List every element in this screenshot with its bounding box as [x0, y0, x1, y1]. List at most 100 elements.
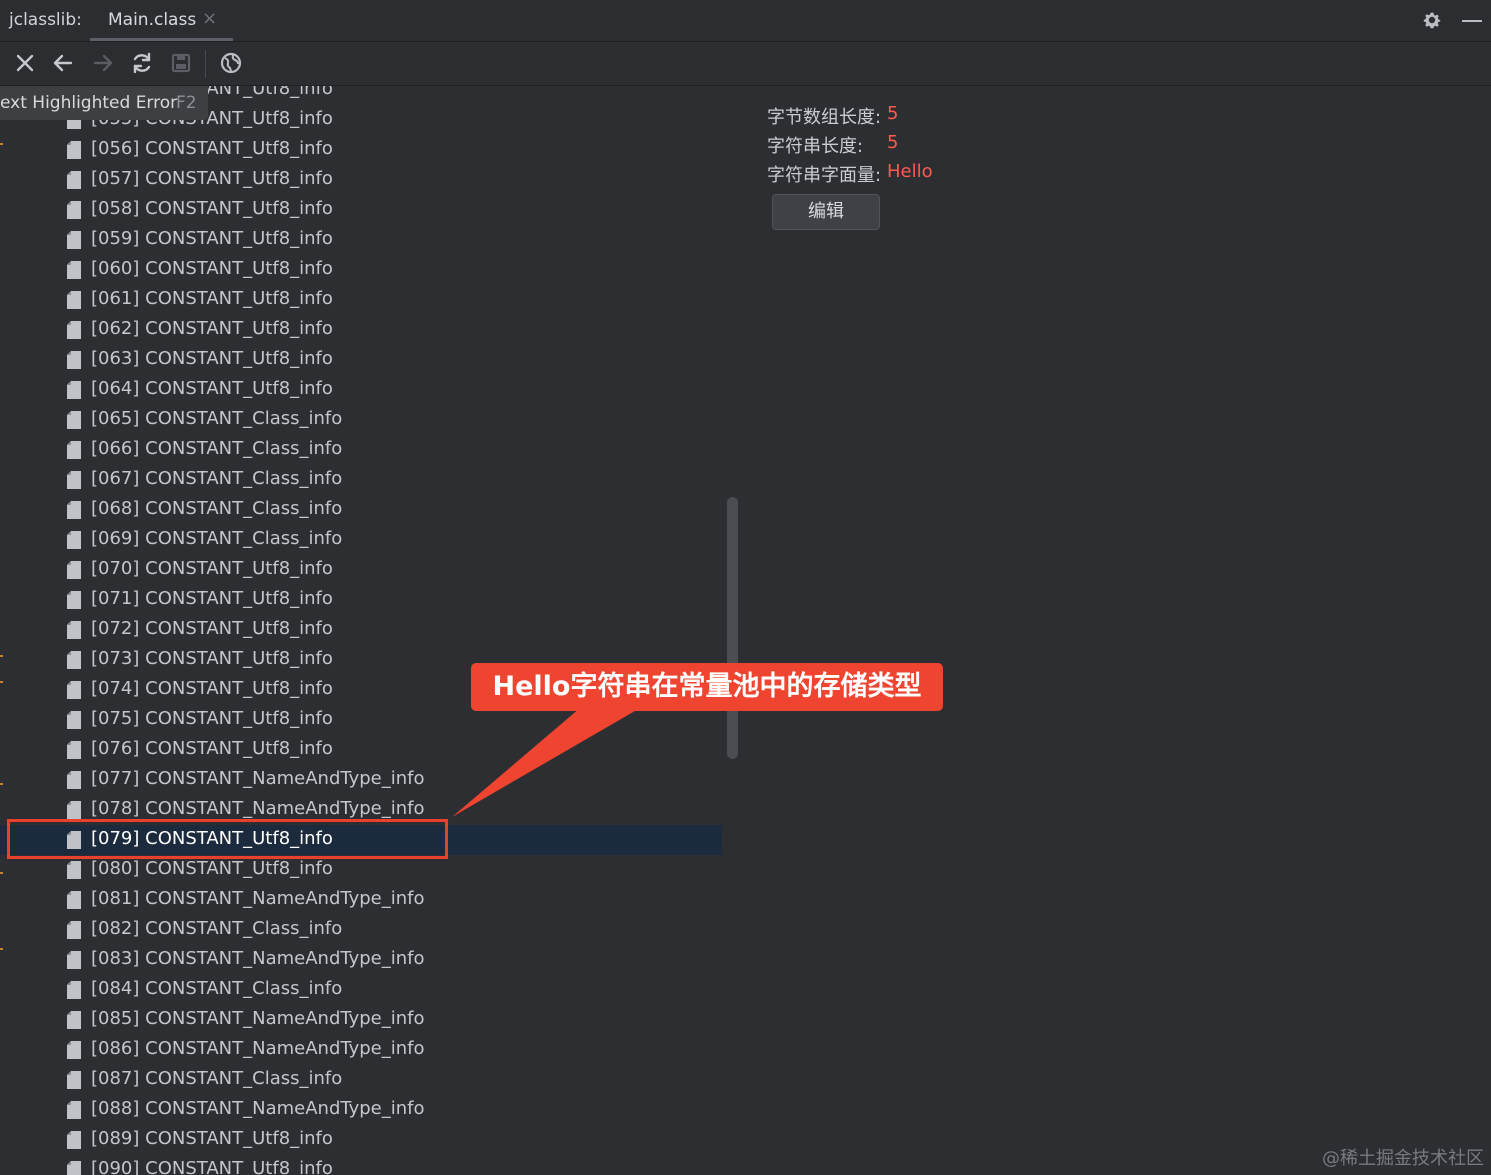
tree-item-label: [083] CONSTANT_NameAndType_info: [91, 948, 425, 969]
file-icon: [67, 351, 81, 369]
tree-item[interactable]: [071] CONSTANT_Utf8_info: [0, 585, 722, 615]
tab-active-indicator: [90, 38, 233, 41]
literal-row: 字符串字面量: Hello: [767, 161, 933, 187]
minimize-icon[interactable]: [1462, 20, 1482, 22]
tree-item[interactable]: [087] CONSTANT_Class_info: [0, 1065, 722, 1095]
string-length-row: 字符串长度: 5: [767, 132, 898, 158]
tree-item[interactable]: [081] CONSTANT_NameAndType_info: [0, 885, 722, 915]
globe-icon[interactable]: [218, 50, 244, 76]
file-icon: [67, 291, 81, 309]
tree-item[interactable]: [058] CONSTANT_Utf8_info: [0, 195, 722, 225]
tree-item[interactable]: [062] CONSTANT_Utf8_info: [0, 315, 722, 345]
tree-item-label: [062] CONSTANT_Utf8_info: [91, 318, 333, 339]
tree-item[interactable]: [065] CONSTANT_Class_info: [0, 405, 722, 435]
tree-item[interactable]: [063] CONSTANT_Utf8_info: [0, 345, 722, 375]
tree-item[interactable]: [056] CONSTANT_Utf8_info: [0, 135, 722, 165]
tree-item[interactable]: [076] CONSTANT_Utf8_info: [0, 735, 722, 765]
tree-item-label: [078] CONSTANT_NameAndType_info: [91, 798, 425, 819]
tree-item[interactable]: [066] CONSTANT_Class_info: [0, 435, 722, 465]
tree-item[interactable]: [072] CONSTANT_Utf8_info: [0, 615, 722, 645]
tooltip: ext Highlighted Error F2: [0, 86, 208, 120]
file-icon: [67, 651, 81, 669]
file-icon: [67, 621, 81, 639]
tree-item[interactable]: [089] CONSTANT_Utf8_info: [0, 1125, 722, 1155]
file-icon: [67, 711, 81, 729]
file-icon: [67, 141, 81, 159]
save-icon[interactable]: [168, 50, 194, 76]
tree-item-label: [084] CONSTANT_Class_info: [91, 978, 343, 999]
tree-item-label: [088] CONSTANT_NameAndType_info: [91, 1098, 425, 1119]
file-icon: [67, 981, 81, 999]
tree-item[interactable]: [061] CONSTANT_Utf8_info: [0, 285, 722, 315]
tree-item[interactable]: [068] CONSTANT_Class_info: [0, 495, 722, 525]
tree-item[interactable]: [085] CONSTANT_NameAndType_info: [0, 1005, 722, 1035]
file-icon: [67, 591, 81, 609]
tree-item[interactable]: [086] CONSTANT_NameAndType_info: [0, 1035, 722, 1065]
file-icon: [67, 1131, 81, 1149]
tooltip-shortcut: F2: [176, 93, 197, 113]
literal-value: Hello: [887, 161, 933, 182]
tree-item-label: [087] CONSTANT_Class_info: [91, 1068, 343, 1089]
byte-length-value: 5: [887, 103, 899, 124]
tab-main-class[interactable]: Main.class ×: [90, 0, 233, 41]
file-icon: [67, 321, 81, 339]
tree-item[interactable]: [082] CONSTANT_Class_info: [0, 915, 722, 945]
back-arrow-icon[interactable]: [50, 50, 76, 76]
tree-item-label: [077] CONSTANT_NameAndType_info: [91, 768, 425, 789]
tree-item[interactable]: [077] CONSTANT_NameAndType_info: [0, 765, 722, 795]
tree-item-label: [065] CONSTANT_Class_info: [91, 408, 343, 429]
toolbar-separator: [205, 50, 206, 78]
tree-item-label: [063] CONSTANT_Utf8_info: [91, 348, 333, 369]
string-length-label: 字符串长度:: [767, 136, 864, 157]
tree-item-label: [074] CONSTANT_Utf8_info: [91, 678, 333, 699]
file-icon: [67, 1041, 81, 1059]
tree-item-label: [060] CONSTANT_Utf8_info: [91, 258, 333, 279]
file-icon: [67, 801, 81, 819]
tree-item[interactable]: [069] CONSTANT_Class_info: [0, 525, 722, 555]
constant-pool-tree[interactable]: [054] CONSTANT_Utf8_info [055] CONSTANT_U…: [0, 86, 740, 1175]
tree-item[interactable]: [064] CONSTANT_Utf8_info: [0, 375, 722, 405]
tree-item-label: [067] CONSTANT_Class_info: [91, 468, 343, 489]
gear-icon[interactable]: [1421, 9, 1443, 31]
file-icon: [67, 1161, 81, 1175]
tree-item[interactable]: [060] CONSTANT_Utf8_info: [0, 255, 722, 285]
tree-item-label: [069] CONSTANT_Class_info: [91, 528, 343, 549]
tree-item-label: [072] CONSTANT_Utf8_info: [91, 618, 333, 639]
details-panel: 字节数组长度: 5 字符串长度: 5 字符串字面量: Hello 编辑: [741, 86, 1491, 1175]
tree-item-label: [081] CONSTANT_NameAndType_info: [91, 888, 425, 909]
tab-close-icon[interactable]: ×: [202, 8, 217, 29]
tree-item-label: [085] CONSTANT_NameAndType_info: [91, 1008, 425, 1029]
toolbar: [0, 42, 1491, 86]
tree-item[interactable]: [070] CONSTANT_Utf8_info: [0, 555, 722, 585]
tree-item-label: [058] CONSTANT_Utf8_info: [91, 198, 333, 219]
tree-item-label: [056] CONSTANT_Utf8_info: [91, 138, 333, 159]
tooltip-text: ext Highlighted Error: [0, 93, 178, 113]
refresh-icon[interactable]: [129, 50, 155, 76]
forward-arrow-icon[interactable]: [90, 50, 116, 76]
file-icon: [67, 381, 81, 399]
tree-item[interactable]: [084] CONSTANT_Class_info: [0, 975, 722, 1005]
file-icon: [67, 561, 81, 579]
tree-item[interactable]: [090] CONSTANT_Utf8_info: [0, 1155, 722, 1175]
file-icon: [67, 411, 81, 429]
close-icon[interactable]: [12, 50, 38, 76]
file-icon: [67, 771, 81, 789]
tree-item[interactable]: [080] CONSTANT_Utf8_info: [0, 855, 722, 885]
file-icon: [67, 1101, 81, 1119]
file-icon: [67, 261, 81, 279]
edit-button[interactable]: 编辑: [772, 194, 880, 230]
literal-label: 字符串字面量:: [767, 165, 882, 186]
tree-item[interactable]: [067] CONSTANT_Class_info: [0, 465, 722, 495]
file-icon: [67, 471, 81, 489]
file-icon: [67, 741, 81, 759]
tree-scrollbar[interactable]: [727, 497, 738, 759]
tree-item-label: [073] CONSTANT_Utf8_info: [91, 648, 333, 669]
tree-item[interactable]: [059] CONSTANT_Utf8_info: [0, 225, 722, 255]
tree-item-label: [070] CONSTANT_Utf8_info: [91, 558, 333, 579]
annotation-callout: Hello字符串在常量池中的存储类型: [471, 663, 943, 711]
tree-item[interactable]: [088] CONSTANT_NameAndType_info: [0, 1095, 722, 1125]
tree-item[interactable]: [057] CONSTANT_Utf8_info: [0, 165, 722, 195]
tree-item[interactable]: [083] CONSTANT_NameAndType_info: [0, 945, 722, 975]
watermark: @稀土掘金技术社区: [1322, 1148, 1484, 1169]
tree-item-label: [068] CONSTANT_Class_info: [91, 498, 343, 519]
